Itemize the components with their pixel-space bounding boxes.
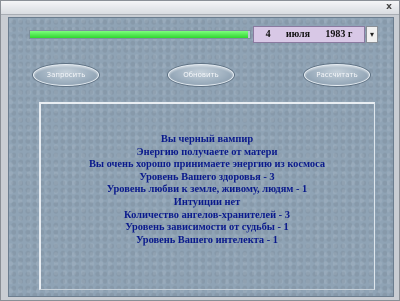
result-line: Уровень Вашего интелекта - 1	[136, 234, 278, 246]
date-year: 1983 г	[325, 29, 353, 40]
date-day: 4	[265, 29, 271, 40]
app-window: x 4 июля 1983 г ▾ Запросить Обновить Рас…	[0, 0, 400, 301]
result-line: Уровень любви к земле, живому, людям - 1	[106, 184, 308, 196]
result-line: Уровень зависимости от судьбы - 1	[125, 222, 289, 234]
date-dropdown-icon[interactable]: ▾	[366, 26, 378, 43]
request-button[interactable]: Запросить	[33, 64, 99, 86]
result-line: Энергию получаете от матери	[136, 146, 278, 158]
result-line: Количество ангелов-хранителей - 3	[124, 209, 290, 221]
refresh-button[interactable]: Обновить	[168, 64, 234, 86]
result-line: Вы очень хорошо принимаете энергию из ко…	[88, 159, 326, 171]
result-line: Уровень Вашего здоровья - 3	[139, 171, 275, 183]
date-display[interactable]: 4 июля 1983 г	[253, 26, 365, 43]
calculate-button[interactable]: Рассчитать	[304, 64, 370, 86]
date-month: июля	[285, 29, 311, 40]
title-bar: x	[1, 1, 399, 15]
close-icon[interactable]: x	[383, 2, 395, 13]
result-line: Интуиции нет	[173, 196, 241, 208]
progress-fill	[30, 31, 248, 38]
results-list: Вы черный вампир Энергию получаете от ма…	[39, 134, 375, 247]
main-panel: 4 июля 1983 г ▾ Запросить Обновить Рассч…	[8, 17, 394, 297]
result-line: Вы черный вампир	[160, 134, 254, 145]
progress-bar	[29, 30, 251, 39]
